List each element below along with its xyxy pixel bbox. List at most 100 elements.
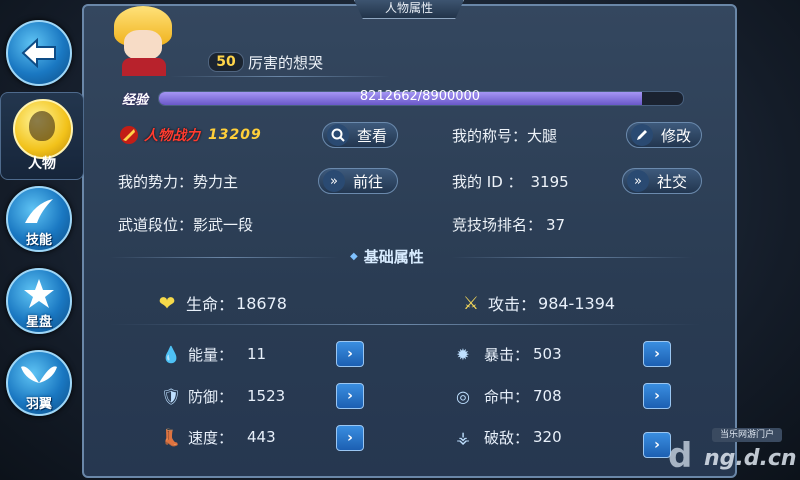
nav-item-star-disc[interactable]: 星盘 xyxy=(6,268,72,334)
stat-label: 破敌： xyxy=(484,428,530,447)
id-value: 3195 xyxy=(530,173,569,191)
divider xyxy=(110,324,700,325)
atk-stat: ⚔ 攻击： 984-1394 xyxy=(460,291,615,315)
chevron-right-icon: › xyxy=(347,388,353,404)
avatar[interactable] xyxy=(106,4,178,76)
modify-button-label: 修改 xyxy=(661,126,692,145)
stat-value: 443 xyxy=(247,428,276,446)
stat-value: 708 xyxy=(533,387,562,405)
nav-item-label: 星盘 xyxy=(25,315,52,330)
chevron-right-icon: › xyxy=(654,437,660,453)
break-detail-button[interactable]: › xyxy=(643,432,671,458)
arena-row: 竞技场排名： 37 xyxy=(452,214,565,235)
target-icon: ◎ xyxy=(456,386,470,406)
hit-detail-button[interactable]: › xyxy=(643,383,671,409)
speed-detail-button[interactable]: › xyxy=(336,425,364,451)
stat-speed: 👢 速度： 443 xyxy=(160,426,276,448)
divider xyxy=(110,257,338,258)
defense-detail-button[interactable]: › xyxy=(336,383,364,409)
atk-label: 攻击： xyxy=(488,295,537,314)
rank-label: 武道段位： xyxy=(118,216,194,234)
player-name: 厉害的想哭 xyxy=(248,54,324,72)
social-button-label: 社交 xyxy=(657,172,688,191)
skill-icon xyxy=(25,199,53,223)
power-icon xyxy=(120,126,138,144)
stat-crit: ✹ 暴击： 503 xyxy=(452,343,562,365)
wings-icon xyxy=(21,366,57,383)
energy-drop-icon: 💧 xyxy=(161,344,181,364)
modify-button[interactable]: 修改 xyxy=(626,122,702,148)
section-title: 基础属性 xyxy=(363,248,424,266)
search-icon xyxy=(327,124,349,146)
stat-label: 暴击： xyxy=(484,345,530,364)
atk-value: 984-1394 xyxy=(538,293,616,313)
nav-item-skill[interactable]: 技能 xyxy=(6,186,72,252)
divider xyxy=(170,76,390,77)
level-badge: 50 xyxy=(208,52,244,72)
stat-value: 503 xyxy=(533,345,562,363)
view-button-label: 查看 xyxy=(357,126,388,145)
nav-item-label: 羽翼 xyxy=(25,397,52,412)
faction-row: 我的势力：势力主 xyxy=(118,171,238,192)
crit-burst-icon: ✹ xyxy=(456,344,470,364)
power-display: 人物战力 13209 xyxy=(118,124,262,146)
hp-value: 18678 xyxy=(236,293,287,313)
chevron-right-icon: › xyxy=(654,346,660,362)
hp-label: 生命： xyxy=(186,295,235,314)
nav-item-wings[interactable]: 羽翼 xyxy=(6,350,72,416)
rank-row: 武道段位：影武一段 xyxy=(118,214,253,235)
heart-icon: ❤ xyxy=(158,291,176,315)
power-value: 13209 xyxy=(208,127,262,143)
watermark-site: ng.d.cn xyxy=(704,446,797,471)
double-chevron-icon: » xyxy=(627,170,649,192)
section-header: ◆ 基础属性 xyxy=(350,246,424,267)
arena-value: 37 xyxy=(546,216,566,234)
stat-label: 命中： xyxy=(484,387,530,406)
double-chevron-icon: » xyxy=(323,170,345,192)
id-label: 我的 ID ： xyxy=(452,173,523,191)
site-logo-icon: d xyxy=(668,436,693,476)
stat-defense: 🛡 防御： 1523 xyxy=(160,385,285,407)
crit-detail-button[interactable]: › xyxy=(643,341,671,367)
nav-item-label: 人物 xyxy=(28,156,56,172)
goto-button-label: 前往 xyxy=(353,172,384,191)
view-button[interactable]: 查看 xyxy=(322,122,398,148)
divider xyxy=(452,257,692,258)
chevron-right-icon: › xyxy=(347,430,353,446)
stat-label: 能量： xyxy=(188,345,234,364)
shield-icon: 🛡 xyxy=(160,386,182,406)
rank-value: 影武一段 xyxy=(193,216,254,234)
energy-detail-button[interactable]: › xyxy=(336,341,364,367)
goto-button[interactable]: » 前往 xyxy=(318,168,398,194)
character-icon xyxy=(13,99,73,159)
nav-item-character[interactable]: 人物 xyxy=(0,92,84,180)
pen-icon xyxy=(631,124,653,146)
stat-hit: ◎ 命中： 708 xyxy=(452,385,562,407)
back-arrow-icon xyxy=(21,37,56,69)
back-button[interactable] xyxy=(6,20,72,86)
chevron-right-icon: › xyxy=(347,346,353,362)
arena-label: 竞技场排名： xyxy=(452,216,543,234)
stat-value: 320 xyxy=(533,428,562,446)
diamond-icon: ◆ xyxy=(350,251,358,262)
id-row: 我的 ID ： 3195 xyxy=(452,171,569,192)
power-label: 人物战力 xyxy=(144,128,200,144)
exp-text: 8212662/8900000 xyxy=(359,89,481,104)
faction-label: 我的势力： xyxy=(118,173,194,191)
window-title: 人物属性 xyxy=(354,0,464,19)
stat-energy: 💧 能量： 11 xyxy=(160,343,266,365)
chevron-right-icon: › xyxy=(654,388,660,404)
social-button[interactable]: » 社交 xyxy=(622,168,702,194)
star-disc-icon xyxy=(24,279,54,308)
break-icon: ⚶ xyxy=(456,427,470,447)
player-title: 我的称号：大腿 xyxy=(452,127,558,145)
stat-value: 1523 xyxy=(247,387,286,405)
nav-item-label: 技能 xyxy=(25,233,52,248)
stat-value: 11 xyxy=(247,345,267,363)
sword-icon: ⚔ xyxy=(462,292,480,314)
stat-break: ⚶ 破敌： 320 xyxy=(452,426,562,448)
stat-label: 速度： xyxy=(188,428,234,447)
stat-label: 防御： xyxy=(188,387,234,406)
boot-icon: 👢 xyxy=(161,427,181,447)
exp-label: 经验 xyxy=(122,93,149,108)
